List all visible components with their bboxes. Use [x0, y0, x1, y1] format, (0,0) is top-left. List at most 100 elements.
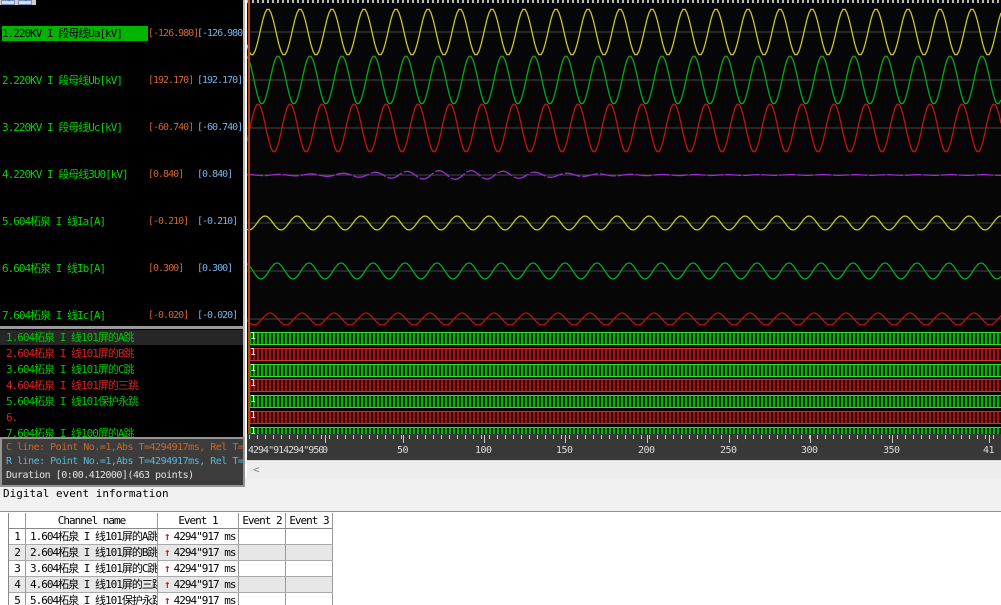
channel-list-panel: ▾ ▾ 1.220KV I 段母线Ua[kV][-126.980][-126.9…: [0, 0, 245, 487]
minor-tick: [785, 435, 786, 439]
analog-c-value: [-60.740]: [148, 120, 193, 135]
minor-tick: [521, 435, 522, 439]
r-line-status: R line: Point No.=1,Abs T=4294917ms, Rel…: [6, 456, 245, 467]
analog-channel-row[interactable]: 3.220KV I 段母线Uc[kV][-60.740][-60.740]: [0, 120, 245, 135]
minor-tick: [681, 435, 682, 439]
digital-channel-row[interactable]: 4.604柘泉 I 线101屏的三跳: [0, 378, 245, 393]
event1-cell: ↑4294"917 ms: [158, 529, 239, 544]
event-row-number: 5: [9, 593, 26, 605]
digital-channel-row[interactable]: 2.604柘泉 I 线101屏的B跳: [0, 346, 245, 361]
event3-cell: [286, 545, 333, 560]
rising-edge-arrow-icon: ↑: [164, 530, 170, 543]
time-axis-ruler[interactable]: 4294"914294"950 05010015020025030035041: [247, 434, 1001, 460]
waveform-canvas[interactable]: 1111111: [247, 0, 1001, 434]
event-channel-name: 5.604柘泉 I 线101保护永跳: [26, 593, 158, 605]
toolbar-strip: ▾ ▾: [0, 0, 36, 5]
analog-channel-row[interactable]: 2.220KV I 段母线Ub[kV][192.170][192.170]: [0, 73, 245, 88]
prezero-time-label: 4294"914294"950: [248, 445, 323, 456]
minor-tick: [945, 435, 946, 439]
minor-tick: [969, 435, 970, 439]
analog-channel-label: 3.220KV I 段母线Uc[kV]: [2, 120, 122, 135]
minor-tick: [953, 435, 954, 439]
minor-tick: [617, 435, 618, 439]
minor-tick: [305, 435, 306, 439]
toolbar-button-2[interactable]: ▾: [18, 0, 32, 5]
event-table-row[interactable]: 11.604柘泉 I 线101屏的A跳↑4294"917 ms: [9, 529, 333, 545]
event-table-row[interactable]: 33.604柘泉 I 线101屏的C跳↑4294"917 ms: [9, 561, 333, 577]
event-row-number: 3: [9, 561, 26, 576]
minor-tick: [385, 435, 386, 439]
c-cursor-line[interactable]: [248, 0, 250, 434]
minor-tick: [609, 435, 610, 439]
analog-c-value: [0.300]: [148, 261, 183, 276]
minor-tick: [457, 435, 458, 439]
event-section-title: Digital event information: [3, 487, 169, 500]
minor-tick: [833, 435, 834, 439]
digital-bar[interactable]: [249, 395, 1001, 408]
analog-channel-row[interactable]: 5.604柘泉 I 线Ia[A][-0.210][-0.210]: [0, 214, 245, 229]
minor-tick: [465, 435, 466, 439]
analog-channel-label: 2.220KV I 段母线Ub[kV]: [2, 73, 122, 88]
minor-tick: [489, 435, 490, 439]
toolbar-button-1[interactable]: ▾: [1, 0, 15, 5]
digital-channel-row[interactable]: 6.: [0, 410, 245, 425]
analog-channel-row[interactable]: 6.604柘泉 I 线Ib[A][0.300][0.300]: [0, 261, 245, 276]
event1-time: 4294"917 ms: [174, 546, 236, 559]
minor-tick: [345, 435, 346, 439]
digital-bar[interactable]: [249, 332, 1001, 345]
minor-tick: [353, 435, 354, 439]
event-table-row[interactable]: 22.604柘泉 I 线101屏的B跳↑4294"917 ms: [9, 545, 333, 561]
minor-tick: [273, 435, 274, 439]
time-tick-label: 50: [397, 445, 408, 456]
time-tick-label: 41: [983, 445, 994, 456]
minor-tick: [473, 435, 474, 439]
major-tick: [810, 435, 811, 443]
scroll-left-arrow-icon[interactable]: <: [253, 463, 260, 476]
minor-tick: [817, 435, 818, 439]
minor-tick: [593, 435, 594, 439]
analog-channel-row[interactable]: 7.604柘泉 I 线Ic[A][-0.020][-0.020]: [0, 308, 245, 323]
digital-bar[interactable]: [249, 364, 1001, 377]
minor-tick: [569, 435, 570, 439]
minor-tick: [337, 435, 338, 439]
analog-channel-row[interactable]: 1.220KV I 段母线Ua[kV][-126.980][-126.980]: [0, 26, 245, 41]
minor-tick: [769, 435, 770, 439]
digital-channel-row[interactable]: 3.604柘泉 I 线101屏的C跳: [0, 362, 245, 377]
minor-tick: [737, 435, 738, 439]
minor-tick: [393, 435, 394, 439]
minor-tick: [825, 435, 826, 439]
digital-channel-row[interactable]: 5.604柘泉 I 线101保护永跳: [0, 394, 245, 409]
minor-tick: [361, 435, 362, 439]
digital-bar-state: 1: [250, 363, 260, 375]
event-channel-name: 4.604柘泉 I 线101屏的三跳: [26, 577, 158, 592]
analog-c-value: [-126.980]: [148, 26, 198, 41]
minor-tick: [425, 435, 426, 439]
rising-edge-arrow-icon: ↑: [164, 546, 170, 559]
minor-tick: [513, 435, 514, 439]
time-tick-label: 350: [883, 445, 900, 456]
event1-time: 4294"917 ms: [174, 562, 236, 575]
minor-tick: [529, 435, 530, 439]
minor-tick: [377, 435, 378, 439]
minor-tick: [705, 435, 706, 439]
analog-channel-row[interactable]: 4.220KV I 段母线3U0[kV][0.840][0.840]: [0, 167, 245, 182]
event-table-row[interactable]: 55.604柘泉 I 线101保护永跳↑4294"917 ms: [9, 593, 333, 605]
digital-bar[interactable]: [249, 427, 1001, 434]
minor-tick: [321, 435, 322, 439]
event2-cell: [239, 545, 286, 560]
minor-tick: [313, 435, 314, 439]
digital-bar[interactable]: [249, 348, 1001, 361]
event2-cell: [239, 561, 286, 576]
rising-edge-arrow-icon: ↑: [164, 594, 170, 605]
digital-bar[interactable]: [249, 411, 1001, 424]
analog-channel-label: 7.604柘泉 I 线Ic[A]: [2, 308, 105, 323]
digital-bar[interactable]: [249, 379, 1001, 392]
event2-cell: [239, 529, 286, 544]
horizontal-scrollbar[interactable]: <: [247, 460, 1001, 478]
minor-tick: [297, 435, 298, 439]
minor-tick: [713, 435, 714, 439]
minor-tick: [793, 435, 794, 439]
event3-cell: [286, 561, 333, 576]
event-table-row[interactable]: 44.604柘泉 I 线101屏的三跳↑4294"917 ms: [9, 577, 333, 593]
digital-channel-row[interactable]: 1.604柘泉 I 线101屏的A跳: [0, 330, 245, 345]
